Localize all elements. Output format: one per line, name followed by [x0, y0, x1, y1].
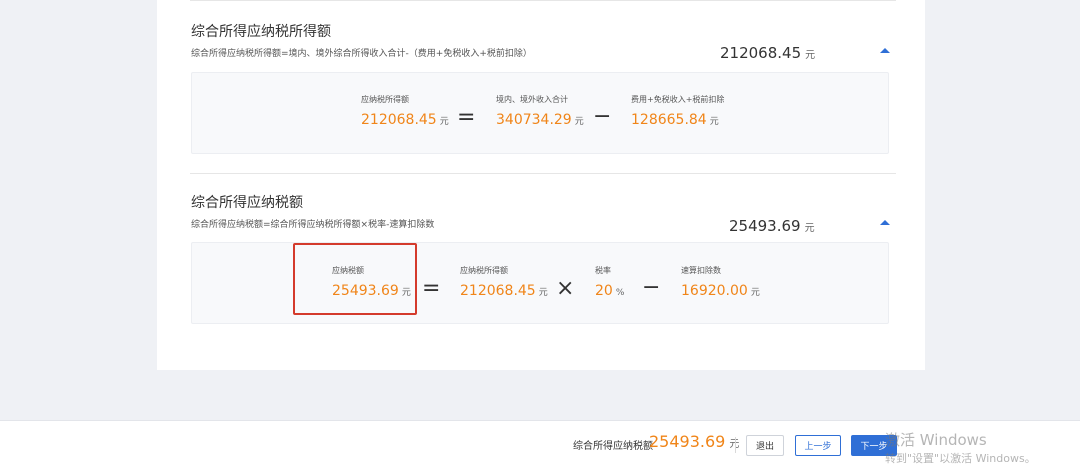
- activation-watermark-hint: 转到"设置"以激活 Windows。: [885, 452, 1036, 465]
- footer-total: 25493.69元: [649, 432, 739, 451]
- section1-total: 212068.45 元: [720, 44, 815, 62]
- term-value: 16920.00 元: [681, 283, 760, 299]
- section1-term-deductions: 费用+免税收入+税前扣除 128665.84 元: [631, 94, 724, 128]
- minus-operator: −: [642, 275, 661, 300]
- section2-collapse-icon[interactable]: [880, 220, 890, 225]
- section2-term-tax-rate: 税率 20%: [595, 265, 624, 299]
- minus-operator: −: [593, 104, 612, 129]
- section1-total-unit: 元: [805, 50, 816, 61]
- tax-payable-highlight-box: [293, 243, 417, 315]
- equals-operator: =: [422, 276, 441, 301]
- exit-button[interactable]: 退出: [746, 435, 784, 456]
- footer-separator: [735, 437, 736, 453]
- section2-term-quick-deduction: 速算扣除数 16920.00 元: [681, 265, 760, 299]
- footer-total-value: 25493.69: [649, 432, 726, 451]
- section2-term-taxable-income: 应纳税所得额 212068.45 元: [460, 265, 548, 299]
- section1-collapse-icon[interactable]: [880, 48, 890, 53]
- section2-total-value: 25493.69: [729, 217, 801, 235]
- section1-term-income-total: 境内、境外收入合计 340734.29 元: [496, 94, 584, 128]
- footer-label: 综合所得应纳税额: [573, 441, 653, 452]
- activation-watermark-title: 激活 Windows: [885, 431, 987, 449]
- section1-term-taxable-income: 应纳税所得额 212068.45 元: [361, 94, 449, 128]
- term-label: 应纳税所得额: [460, 266, 508, 275]
- section1-title: 综合所得应纳税所得额: [191, 24, 331, 40]
- term-label: 费用+免税收入+税前扣除: [631, 95, 725, 104]
- section2-total-unit: 元: [804, 223, 815, 234]
- term-label: 境内、境外收入合计: [496, 95, 568, 104]
- term-value: 212068.45 元: [460, 283, 548, 299]
- term-value: 128665.84 元: [631, 112, 719, 128]
- top-divider: [190, 0, 896, 1]
- section1-formula: 综合所得应纳税所得额=境内、境外综合所得收入合计-（费用+免税收入+税前扣除）: [191, 49, 532, 59]
- previous-step-button[interactable]: 上一步: [795, 435, 841, 456]
- section2-formula: 综合所得应纳税额=综合所得应纳税所得额×税率-速算扣除数: [191, 220, 435, 230]
- section2-title: 综合所得应纳税额: [191, 195, 303, 211]
- term-value: 20%: [595, 283, 625, 299]
- multiply-operator: ×: [556, 276, 575, 301]
- term-value: 212068.45 元: [361, 112, 449, 128]
- section1-total-value: 212068.45: [720, 44, 802, 62]
- term-label: 税率: [595, 266, 611, 275]
- term-label: 速算扣除数: [681, 266, 721, 275]
- section-divider: [190, 173, 896, 174]
- equals-operator: =: [457, 105, 476, 130]
- section2-total: 25493.69 元: [729, 217, 815, 235]
- term-value: 340734.29 元: [496, 112, 584, 128]
- term-label: 应纳税所得额: [361, 95, 409, 104]
